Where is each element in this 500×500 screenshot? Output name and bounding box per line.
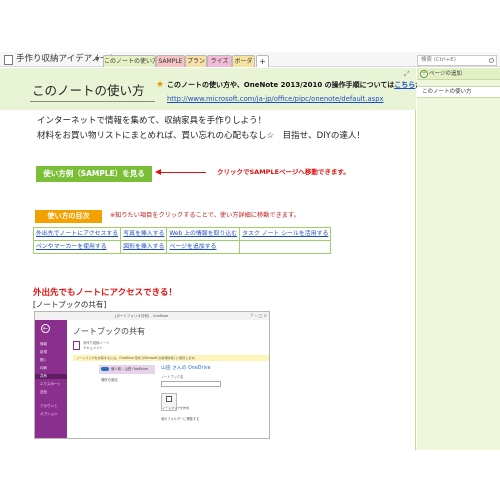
tab-rise[interactable]: ライズ <box>207 55 232 67</box>
window-buttons: ? − □ × <box>250 313 267 318</box>
notebook-icon[interactable] <box>4 55 13 65</box>
arrow-note: クリックでSAMPLEページへ移動できます。 <box>217 168 350 176</box>
page-list-item[interactable]: このノートの使い方 <box>417 86 500 98</box>
expand-icon[interactable]: ⤢ <box>404 70 410 78</box>
backstage-sidebar: ← 情報 新規 開く 印刷 共有 エクスポート 送信 アカウント オプション <box>35 320 67 438</box>
search-input[interactable]: 検索 (Ctrl+E) <box>417 55 497 66</box>
tab-plan[interactable]: プラン <box>185 55 207 67</box>
section-heading: 外出先でもノートにアクセスできる！ <box>33 288 177 298</box>
star-icon: ★ <box>156 80 165 90</box>
browse-folder-link: 他のフォルダーに移動する <box>161 417 200 421</box>
tab-border[interactable]: ボーダ <box>232 55 255 67</box>
cloud-icon <box>101 367 109 371</box>
backstage-item: 情報 <box>40 342 47 346</box>
add-section-tab[interactable]: + <box>256 55 269 67</box>
screenshot-heading: ノートブックの共有 <box>73 327 145 336</box>
search-icon <box>489 58 494 63</box>
help-url-link[interactable]: http://www.microsoft.com/ja-jp/office/pi… <box>167 94 384 104</box>
page-list-pane <box>417 68 500 450</box>
table-row: ペンやマーカーを使用する 図形を挿入する ページを追加する <box>32 240 332 254</box>
back-arrow-icon: ← <box>41 324 50 333</box>
backstage-item: 開く <box>40 358 47 362</box>
arrow-line <box>158 172 206 173</box>
view-sample-button[interactable]: 使い方例（SAMPLE）を見る <box>36 166 152 182</box>
toc-link-pen-marker[interactable]: ペンやマーカーを使用する <box>32 240 122 254</box>
notebook-title[interactable]: 手作り収納アイデアノート <box>16 54 117 65</box>
toc-badge: 使い方の目次 <box>35 210 102 223</box>
body-text-line-1: インターネットで情報を集めて、収納家具を手作りしよう！ <box>37 116 267 126</box>
toc-link-add-page[interactable]: ページを追加する <box>166 240 241 254</box>
intro-text: このノートの使い方や、OneNote 2013/2010 の操作手順についてはこ… <box>167 81 429 89</box>
toc-link-web-clip[interactable]: Web 上の情報を取り込む <box>166 227 241 241</box>
backstage-item: エクスポート <box>40 382 61 386</box>
location-add: 場所の追加 <box>101 378 118 382</box>
toc-link-insert-photo[interactable]: 写真を挿入する <box>120 227 168 241</box>
body-text-line-2: 材料をお買い物リストにまとめれば、買い忘れの心配もなし☆ 目指せ、DIYの達人！ <box>37 131 365 141</box>
notebook-doc-text: 手作り収納ノート ドキュメント <box>83 341 110 350</box>
backstage-item: 新規 <box>40 350 47 354</box>
add-page-button[interactable]: ページの追加 <box>417 68 500 80</box>
intro-link[interactable]: こちら <box>394 81 415 89</box>
backstage-item: 送信 <box>40 390 47 394</box>
toc-link-task-tags[interactable]: タスク ノート シールを活用する <box>239 227 332 241</box>
search-placeholder: 検索 (Ctrl+E) <box>421 57 456 63</box>
chevron-down-icon[interactable]: ▼ <box>95 55 100 64</box>
backstage-item: オプション <box>40 412 58 416</box>
toc-note: ※知りたい項目をクリックすることで、使い方詳細に移動できます。 <box>110 212 300 219</box>
info-bar: ノートブックを共有するには、OneDrive 形式 (Microsoft の新規… <box>73 355 269 361</box>
toc-link-access-outside[interactable]: 外出先でノートにアクセスする <box>32 227 122 241</box>
toc-empty-cell <box>239 240 332 254</box>
tab-how-to-use[interactable]: このノートの使い方 <box>103 55 156 67</box>
title-underline <box>30 101 155 102</box>
notebook-doc-icon <box>73 341 80 350</box>
tab-sample[interactable]: SAMPLE <box>156 55 185 67</box>
toc-link-insert-shape[interactable]: 図形を挿入する <box>120 240 168 254</box>
backstage-item: アカウント <box>40 404 58 408</box>
onedrive-title: 山田 さんの OneDrive <box>161 366 211 371</box>
backstage-item: 印刷 <box>40 366 47 370</box>
notebook-name-label: ノートブック名 <box>161 375 184 379</box>
create-notebook-icon <box>166 396 172 402</box>
embedded-screenshot[interactable]: [ポートフォリオ共有] - OneNote ? − □ × ← 情報 新規 開く… <box>34 311 270 439</box>
table-row: 外出先でノートにアクセスする 写真を挿入する Web 上の情報を取り込む タスク… <box>32 227 332 241</box>
toc-table: 外出先でノートにアクセスする 写真を挿入する Web 上の情報を取り込む タスク… <box>32 227 332 254</box>
section-subheading: [ノートブックの共有] <box>33 300 107 309</box>
screenshot-window-title: [ポートフォリオ共有] - OneNote <box>35 312 269 320</box>
notebook-name-field <box>161 381 221 387</box>
backstage-item-active: 共有 <box>35 374 67 379</box>
page-title[interactable]: このノートの使い方 <box>32 80 145 99</box>
plus-icon[interactable]: + <box>420 70 428 78</box>
